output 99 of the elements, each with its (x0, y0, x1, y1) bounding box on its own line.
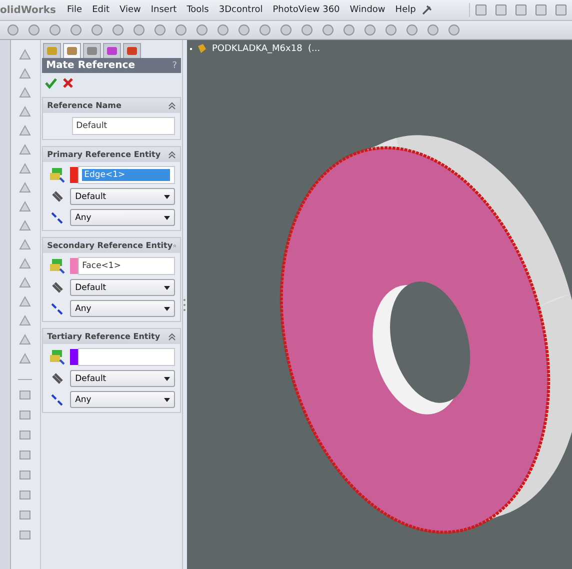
toolbar-icon[interactable] (279, 23, 293, 37)
toolbar-icon[interactable] (321, 23, 335, 37)
entity-field[interactable] (78, 348, 176, 366)
toolbar-icon[interactable] (18, 528, 32, 542)
entity-field[interactable]: Face<1> (78, 257, 176, 275)
section-title: Secondary Reference Entity (47, 241, 173, 250)
collapse-icon[interactable] (168, 150, 176, 158)
close-icon[interactable] (63, 78, 74, 88)
toolbar-icon[interactable] (18, 162, 32, 176)
collapse-icon[interactable] (168, 332, 176, 340)
toolbar-icon[interactable] (6, 23, 20, 37)
toolbar-icon[interactable] (18, 181, 32, 195)
menu-item[interactable]: PhotoView 360 (268, 5, 345, 15)
toolbar-icon[interactable] (48, 23, 62, 37)
toolbar-icon[interactable] (363, 23, 377, 37)
toolbar-icon[interactable] (18, 67, 32, 81)
toolbar-icon[interactable] (69, 23, 83, 37)
toolbar-icon[interactable] (258, 23, 272, 37)
ok-icon[interactable] (45, 77, 58, 89)
toolbar-icon[interactable] (18, 448, 32, 462)
toolbar-icon[interactable] (216, 23, 230, 37)
menu-item[interactable]: Edit (87, 5, 114, 15)
toolbar-icon[interactable] (554, 3, 568, 17)
panel-tab[interactable] (63, 43, 82, 58)
toolbar-icon[interactable] (447, 23, 461, 37)
name-field[interactable]: Default (72, 117, 176, 135)
panel-title: Mate Reference (46, 60, 135, 71)
dropdown[interactable]: Any (70, 209, 176, 226)
toolbar-icon[interactable] (18, 295, 32, 309)
panel-tab[interactable] (123, 43, 142, 58)
toolbar-icon[interactable] (494, 3, 508, 17)
section-title: Primary Reference Entity (47, 150, 161, 159)
toolbar-icon[interactable] (18, 105, 32, 119)
selection-icon (48, 349, 66, 365)
toolbar-icon[interactable] (405, 23, 419, 37)
toolbar-icon[interactable] (18, 408, 32, 422)
toolbar-icon[interactable] (111, 23, 125, 37)
toolbar-icon[interactable] (18, 48, 32, 62)
toolbar-icon[interactable] (18, 86, 32, 100)
dropdown[interactable]: Default (70, 370, 176, 387)
menu-item[interactable]: Insert (146, 5, 182, 15)
toolbar-icon[interactable] (300, 23, 314, 37)
tab-icon (66, 45, 78, 57)
collapse-icon[interactable] (172, 242, 176, 250)
toolbar-icon[interactable] (18, 388, 32, 402)
toolbar-icon[interactable] (18, 276, 32, 290)
toolbar-icon[interactable] (27, 23, 41, 37)
toolbar-icon[interactable] (132, 23, 146, 37)
toolbar-icon[interactable] (514, 3, 528, 17)
menu-item[interactable]: Help (390, 5, 421, 15)
toolbar-icon[interactable] (18, 352, 32, 366)
dropdown[interactable]: Any (70, 300, 176, 317)
panel-tab[interactable] (43, 43, 62, 58)
menu-item[interactable]: File (62, 5, 88, 15)
toolbar-icon[interactable] (18, 124, 32, 138)
tab-icon (86, 45, 98, 57)
pin-icon[interactable] (420, 4, 433, 16)
splitter-handle[interactable] (183, 298, 186, 312)
toolbar-icon[interactable] (18, 219, 32, 233)
toolbar-icon[interactable] (426, 23, 440, 37)
toolbar-icon[interactable] (384, 23, 398, 37)
tab-icon (46, 45, 58, 57)
menu-item[interactable]: 3Dcontrol (214, 5, 268, 15)
toolbar-icon[interactable] (18, 257, 32, 271)
menu-item[interactable]: View (114, 5, 146, 15)
toolbar-icon[interactable] (18, 333, 32, 347)
selection-icon (48, 258, 66, 274)
toolbar-icon[interactable] (534, 3, 548, 17)
section-title: Tertiary Reference Entity (47, 332, 160, 341)
tree-item[interactable]: PODKLADKA_M6x18 (... (212, 44, 320, 54)
toolbar-icon[interactable] (18, 508, 32, 522)
selection-icon (48, 167, 66, 183)
tab-icon (126, 45, 138, 57)
panel-tab[interactable] (83, 43, 102, 58)
toolbar-icon[interactable] (90, 23, 104, 37)
section-title: Reference Name (47, 101, 122, 110)
part-icon[interactable] (196, 43, 208, 55)
toolbar-icon[interactable] (18, 488, 32, 502)
toolbar-icon[interactable] (18, 238, 32, 252)
toolbar-icon[interactable] (195, 23, 209, 37)
toolbar-icon[interactable] (18, 468, 32, 482)
dropdown[interactable]: Default (70, 279, 176, 296)
toolbar-icon[interactable] (18, 200, 32, 214)
menu-item[interactable]: Window (344, 5, 390, 15)
panel-tab[interactable] (103, 43, 122, 58)
app-title: olidWorks (0, 4, 57, 16)
toolbar-icon[interactable] (342, 23, 356, 37)
toolbar-icon[interactable] (18, 428, 32, 442)
collapse-icon[interactable] (168, 102, 176, 110)
toolbar-icon[interactable] (174, 23, 188, 37)
toolbar-icon[interactable] (18, 143, 32, 157)
dropdown[interactable]: Default (70, 188, 176, 205)
menu-item[interactable]: Tools (182, 5, 214, 15)
toolbar-icon[interactable] (474, 3, 488, 17)
toolbar-icon[interactable] (18, 314, 32, 328)
dropdown[interactable]: Any (70, 391, 176, 408)
toolbar-icon[interactable] (237, 23, 251, 37)
toolbar-icon[interactable] (153, 23, 167, 37)
tab-icon (106, 45, 118, 57)
